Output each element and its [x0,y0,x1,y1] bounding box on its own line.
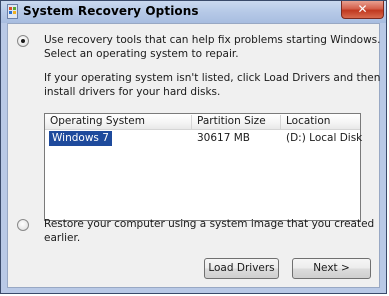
restore-option-line1: Restore your computer using a system ima… [44,218,375,230]
repair-option-line2: Select an operating system to repair. [44,48,239,60]
restore-option-radio[interactable] [17,219,29,231]
radio-selected-dot [21,39,25,43]
repair-option-line1: Use recovery tools that can help fix pro… [44,34,381,46]
windows-flag-icon [7,4,18,19]
column-header-location[interactable]: Location [281,114,360,129]
operating-system-list[interactable]: Operating System Partition Size Location… [44,113,363,221]
window-title: System Recovery Options [23,4,199,18]
restore-option-line2: earlier. [44,232,81,244]
next-button[interactable]: Next > [292,258,371,279]
close-icon: ✕ [357,2,368,16]
close-button[interactable]: ✕ [341,1,384,19]
drivers-hint-line1: If your operating system isn't listed, c… [44,72,381,84]
column-header-operating-system[interactable]: Operating System [45,114,191,129]
os-name-cell[interactable]: Windows 7 [49,131,112,146]
load-drivers-button[interactable]: Load Drivers [204,258,279,279]
dialog-body: Use recovery tools that can help fix pro… [7,23,380,288]
repair-option-radio[interactable] [17,35,29,47]
drivers-hint-line2: install drivers for your hard disks. [44,86,221,98]
system-recovery-window: System Recovery Options ✕ Use recovery t… [0,0,387,294]
list-header: Operating System Partition Size Location [45,114,360,130]
title-bar[interactable]: System Recovery Options [1,1,386,23]
location-cell: (D:) Local Disk [286,132,363,144]
column-header-partition-size[interactable]: Partition Size [192,114,280,129]
partition-size-cell: 30617 MB [197,132,251,144]
